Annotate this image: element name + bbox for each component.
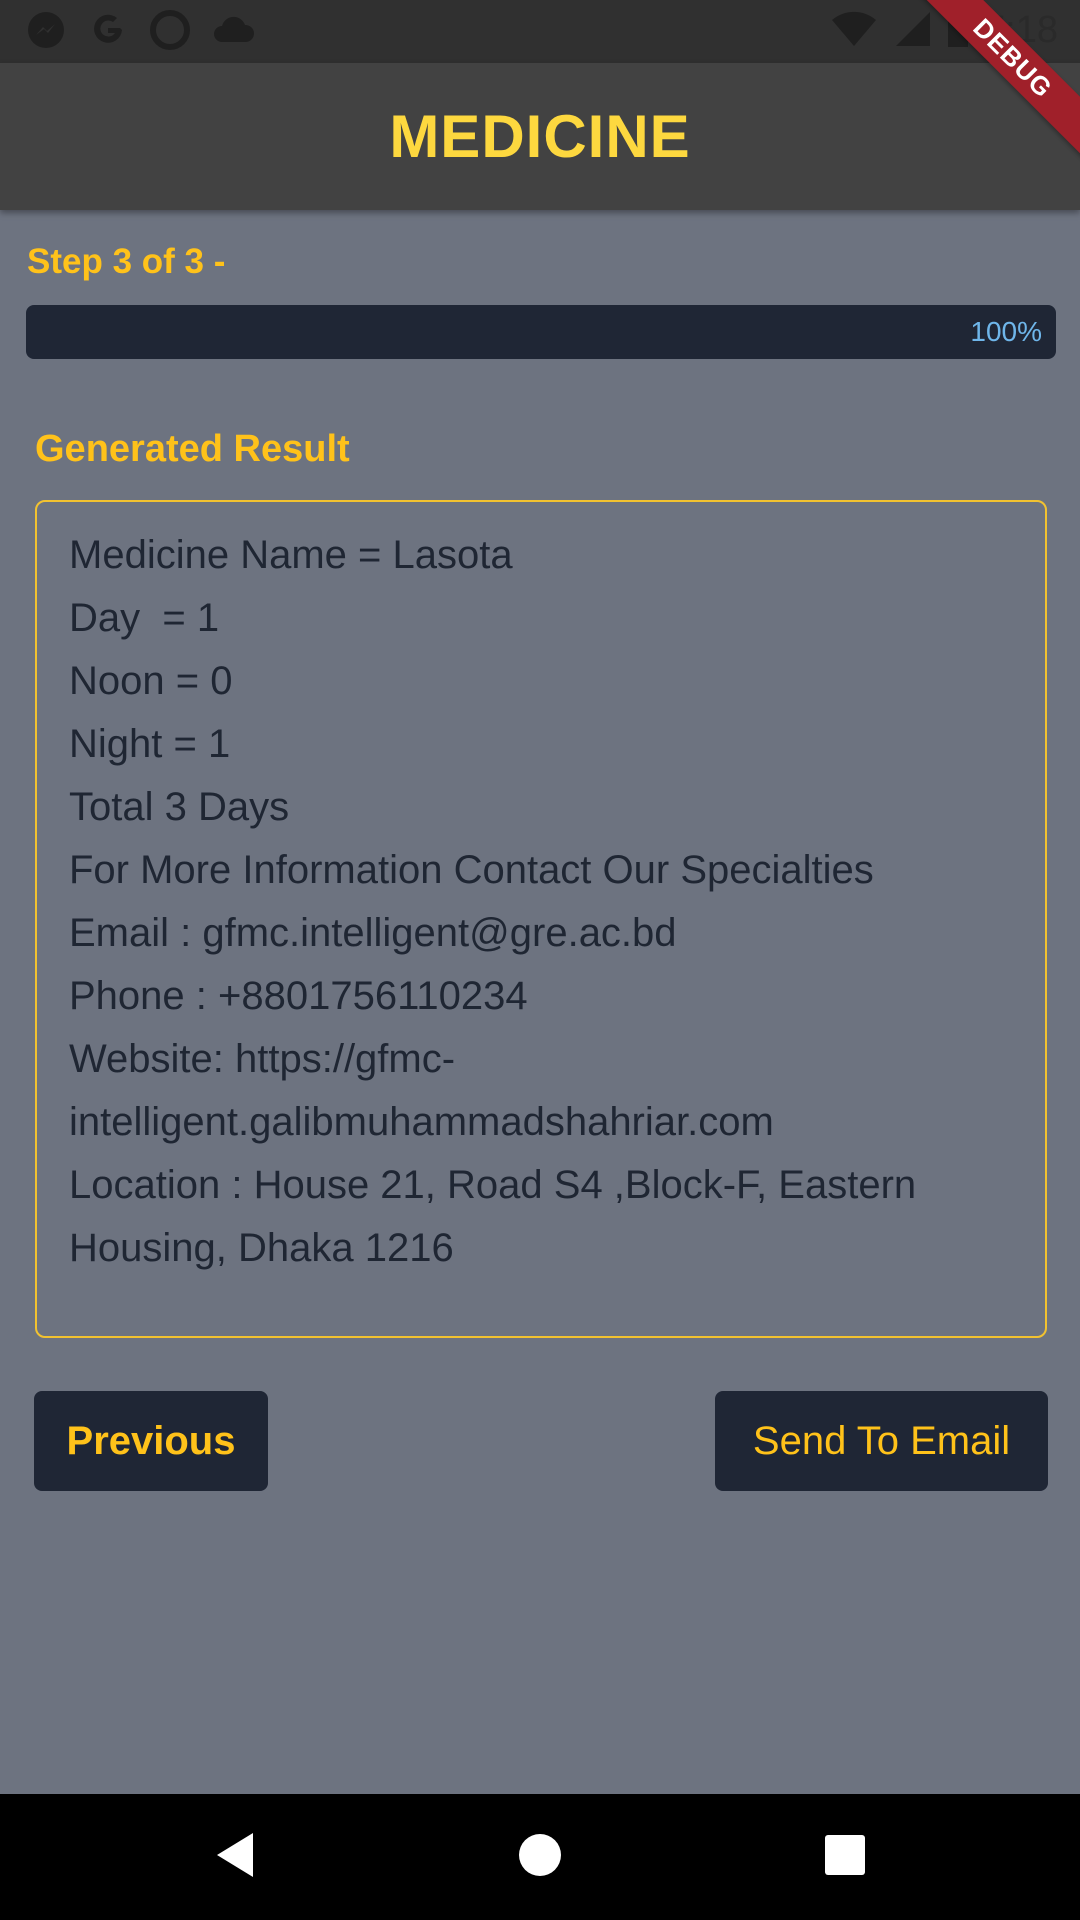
- cloud-icon: [212, 10, 256, 55]
- result-line: Night = 1: [69, 722, 231, 766]
- result-line: Noon = 0: [69, 659, 233, 703]
- send-to-email-button[interactable]: Send To Email: [715, 1391, 1048, 1491]
- result-box: Medicine Name = Lasota Day = 1 Noon = 0 Nig…: [35, 500, 1047, 1338]
- progress-text: 100%: [970, 316, 1042, 347]
- result-line: Total 3 Days: [69, 785, 290, 829]
- progress-bar: 100%: [26, 305, 1056, 359]
- back-icon: [213, 1830, 257, 1885]
- result-line: Email : gfmc.intelligent@gre.ac.bd: [69, 911, 677, 955]
- result-line: Day = 1: [69, 596, 220, 640]
- signal-icon: [892, 8, 932, 53]
- recents-icon: [824, 1834, 866, 1881]
- previous-button[interactable]: Previous: [34, 1391, 268, 1491]
- page-title: MEDICINE: [389, 103, 691, 170]
- record-icon: [150, 10, 190, 55]
- result-line: Medicine Name = Lasota: [69, 533, 513, 577]
- messenger-icon: [26, 10, 66, 55]
- result-line: Phone : +8801756110234: [69, 974, 528, 1018]
- google-icon: [88, 10, 128, 55]
- result-line: Location : House 21, Road S4 ,Block-F, E…: [69, 1163, 917, 1207]
- navigation-bar: [0, 1794, 1080, 1920]
- app-bar: MEDICINE: [0, 63, 1080, 210]
- section-title: Generated Result: [35, 428, 350, 470]
- wifi-icon: [830, 8, 878, 53]
- home-button[interactable]: [470, 1794, 610, 1920]
- result-line: For More Information Contact Our Special…: [69, 848, 874, 892]
- home-icon: [517, 1832, 563, 1883]
- back-button[interactable]: [165, 1794, 305, 1920]
- result-line: Housing, Dhaka 1216: [69, 1226, 454, 1270]
- progress-fill: [26, 305, 1056, 359]
- result-line: intelligent.galibmuhammadshahriar.com: [69, 1100, 774, 1144]
- status-bar: 7:18: [0, 0, 1080, 63]
- result-line: Website: https://gfmc-: [69, 1037, 456, 1081]
- recents-button[interactable]: [775, 1794, 915, 1920]
- step-label: Step 3 of 3 -: [27, 242, 226, 281]
- status-left-icons: [26, 10, 256, 55]
